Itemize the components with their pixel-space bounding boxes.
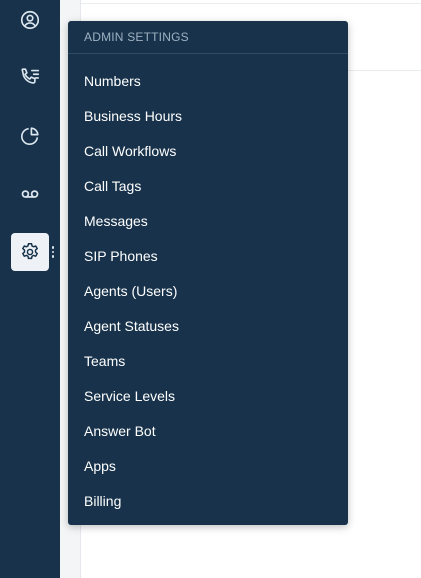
phone-list-icon [21,68,40,84]
menu-item-messages[interactable]: Messages [68,203,348,238]
menu-item-teams[interactable]: Teams [68,343,348,378]
menu-item-call-workflows[interactable]: Call Workflows [68,133,348,168]
more-options-icon[interactable] [51,246,55,258]
gear-icon [22,243,38,260]
menu-item-apps[interactable]: Apps [68,448,348,483]
menu-item-business-hours[interactable]: Business Hours [68,98,348,133]
user-circle-icon [20,10,40,30]
profile-nav-button[interactable] [11,1,49,39]
pie-chart-icon [20,127,39,146]
admin-settings-menu: ADMIN SETTINGS Numbers Business Hours Ca… [68,21,348,525]
calls-nav-button[interactable] [11,58,49,96]
menu-header: ADMIN SETTINGS [68,21,348,54]
voicemail-icon [21,190,39,198]
menu-item-billing[interactable]: Billing [68,483,348,518]
voicemail-nav-button[interactable] [11,175,49,213]
menu-item-call-tags[interactable]: Call Tags [68,168,348,203]
menu-item-sip-phones[interactable]: SIP Phones [68,238,348,273]
reports-nav-button[interactable] [11,117,49,155]
menu-item-numbers[interactable]: Numbers [68,63,348,98]
menu-item-agent-statuses[interactable]: Agent Statuses [68,308,348,343]
menu-item-answer-bot[interactable]: Answer Bot [68,413,348,448]
menu-item-agents-users[interactable]: Agents (Users) [68,273,348,308]
menu-items-list: Numbers Business Hours Call Workflows Ca… [68,63,348,518]
left-nav-sidebar [0,0,60,578]
divider [81,3,421,4]
admin-settings-nav-button[interactable] [11,233,49,271]
menu-item-service-levels[interactable]: Service Levels [68,378,348,413]
